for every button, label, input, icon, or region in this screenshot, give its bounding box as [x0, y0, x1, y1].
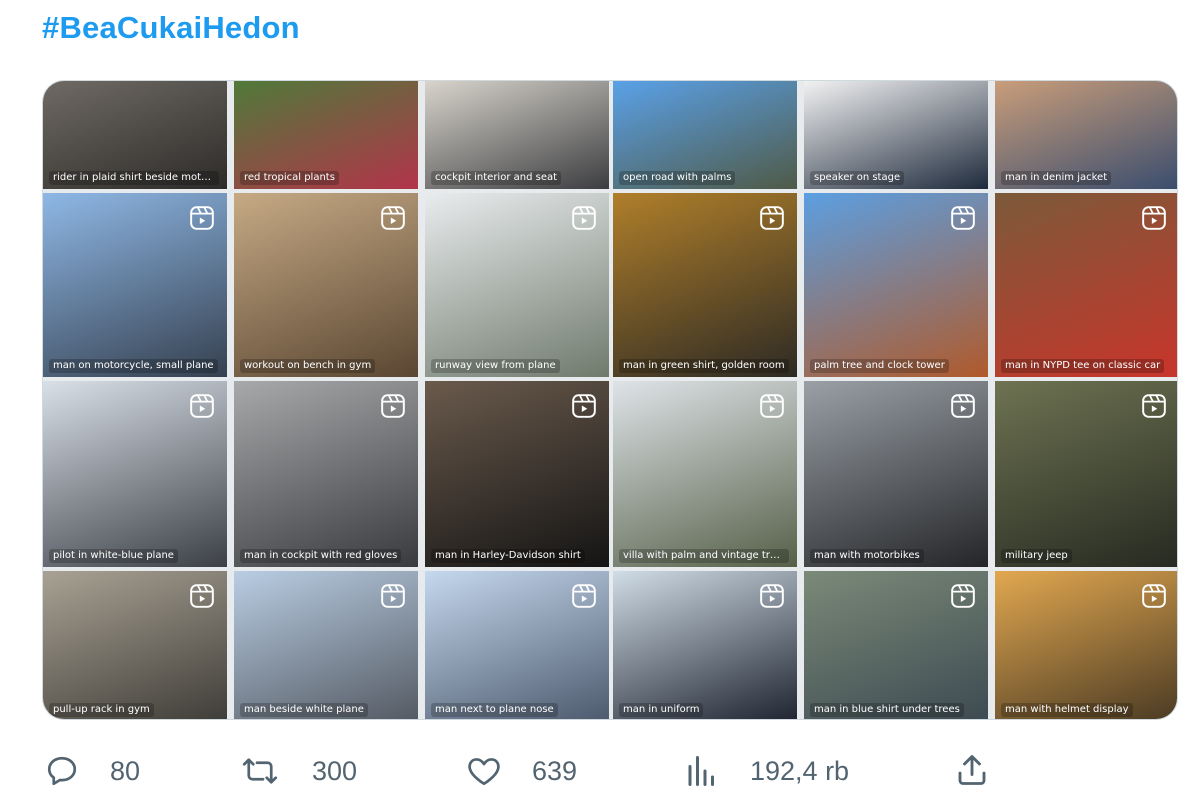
tile-caption: man with helmet display — [1001, 703, 1133, 717]
reels-icon — [190, 394, 214, 418]
tile-caption: cockpit interior and seat — [431, 171, 562, 185]
reels-icon — [572, 394, 596, 418]
collage-tile: man with helmet display — [995, 571, 1177, 719]
retweet-count: 300 — [312, 755, 358, 786]
reels-icon — [1142, 394, 1166, 418]
heart-icon — [468, 758, 500, 786]
tile-caption: man beside white plane — [240, 703, 368, 717]
reels-icon — [951, 394, 975, 418]
collage-tile: man on motorcycle, small plane — [43, 193, 227, 377]
retweet-icon — [242, 758, 278, 784]
tile-caption: rider in plaid shirt beside motorbike — [49, 171, 219, 185]
views-button[interactable]: 192,4 rb — [684, 752, 849, 790]
like-count: 639 — [532, 755, 578, 786]
collage-tile: man in NYPD tee on classic car — [995, 193, 1177, 377]
like-button[interactable]: 639 — [466, 752, 577, 790]
reels-icon — [1142, 206, 1166, 230]
reels-icon — [381, 394, 405, 418]
collage-tile: runway view from plane — [425, 193, 609, 377]
reels-icon — [190, 206, 214, 230]
collage-tile: pilot in white-blue plane — [43, 381, 227, 567]
reels-icon — [951, 206, 975, 230]
media-photo-right[interactable]: open road with palms speaker on stage man … — [613, 81, 1177, 719]
collage-tile: man in Harley-Davidson shirt — [425, 381, 609, 567]
tile-caption: man in uniform — [619, 703, 704, 717]
tile-caption: man in blue shirt under trees — [810, 703, 964, 717]
tile-caption: man in denim jacket — [1001, 171, 1112, 185]
collage-tile: man beside white plane — [234, 571, 418, 719]
tile-caption: speaker on stage — [810, 171, 905, 185]
tile-caption: open road with palms — [619, 171, 736, 185]
collage-tile: speaker on stage — [804, 81, 988, 189]
collage-tile: palm tree and clock tower — [804, 193, 988, 377]
tile-caption: villa with palm and vintage truck — [619, 549, 789, 563]
collage-tile: open road with palms — [613, 81, 797, 189]
media-photo-left[interactable]: rider in plaid shirt beside motorbike red… — [43, 81, 609, 719]
tile-caption: pilot in white-blue plane — [49, 549, 178, 563]
reply-icon — [47, 756, 77, 786]
collage-tile: man in uniform — [613, 571, 797, 719]
tile-caption: red tropical plants — [240, 171, 339, 185]
reels-icon — [760, 394, 784, 418]
collage-tile: rider in plaid shirt beside motorbike — [43, 81, 227, 189]
reply-count: 80 — [110, 755, 141, 786]
collage-tile: villa with palm and vintage truck — [613, 381, 797, 567]
tile-caption: man on motorcycle, small plane — [49, 359, 218, 373]
tile-caption: pull-up rack in gym — [49, 703, 154, 717]
tile-caption: man in green shirt, golden room — [619, 359, 789, 373]
share-icon — [958, 755, 986, 785]
collage-tile: red tropical plants — [234, 81, 418, 189]
tile-caption: man in Harley-Davidson shirt — [431, 549, 585, 563]
tile-caption: palm tree and clock tower — [810, 359, 949, 373]
collage-tile: military jeep — [995, 381, 1177, 567]
reels-icon — [760, 584, 784, 608]
reels-icon — [760, 206, 784, 230]
reels-icon — [190, 584, 214, 608]
retweet-button[interactable]: 300 — [242, 752, 357, 790]
views-count: 192,4 rb — [750, 755, 850, 786]
tile-caption: workout on bench in gym — [240, 359, 376, 373]
reels-icon — [381, 206, 405, 230]
collage-tile: man with motorbikes — [804, 381, 988, 567]
share-button[interactable] — [954, 752, 992, 790]
tweet-action-bar: 80 300 639 192,4 rb — [0, 742, 1200, 798]
reels-icon — [572, 584, 596, 608]
reels-icon — [381, 584, 405, 608]
reels-icon — [1142, 584, 1166, 608]
collage-tile: workout on bench in gym — [234, 193, 418, 377]
collage-tile: man in blue shirt under trees — [804, 571, 988, 719]
collage-tile: pull-up rack in gym — [43, 571, 227, 719]
reels-icon — [951, 584, 975, 608]
tile-caption: man with motorbikes — [810, 549, 924, 563]
tweet-media[interactable]: rider in plaid shirt beside motorbike red… — [42, 80, 1178, 720]
tile-caption: military jeep — [1001, 549, 1072, 563]
tile-caption: man next to plane nose — [431, 703, 558, 717]
reply-button[interactable]: 80 — [44, 752, 140, 790]
collage-tile: man in denim jacket — [995, 81, 1177, 189]
hashtag-link[interactable]: #BeaCukaiHedon — [42, 10, 300, 46]
tile-caption: runway view from plane — [431, 359, 560, 373]
tile-caption: man in cockpit with red gloves — [240, 549, 402, 563]
collage-tile: cockpit interior and seat — [425, 81, 609, 189]
collage-tile: man next to plane nose — [425, 571, 609, 719]
collage-tile: man in green shirt, golden room — [613, 193, 797, 377]
collage-tile: man in cockpit with red gloves — [234, 381, 418, 567]
analytics-icon — [688, 756, 714, 786]
tile-caption: man in NYPD tee on classic car — [1001, 359, 1165, 373]
reels-icon — [572, 206, 596, 230]
